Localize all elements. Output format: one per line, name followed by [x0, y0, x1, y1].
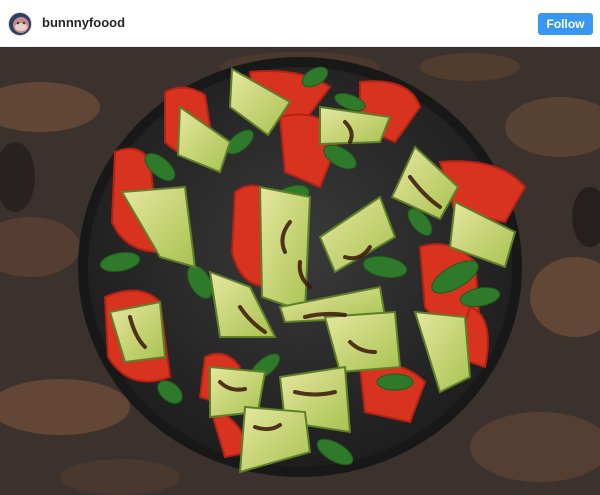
- username-link[interactable]: bunnnyfoood: [42, 15, 125, 31]
- follow-button[interactable]: Follow: [538, 13, 593, 35]
- salad-photo: [0, 47, 600, 495]
- avatar[interactable]: [8, 12, 32, 36]
- profile-avatar-icon: [9, 13, 31, 35]
- post-header: bunnnyfoood Follow: [0, 0, 600, 47]
- post-photo[interactable]: [0, 47, 600, 495]
